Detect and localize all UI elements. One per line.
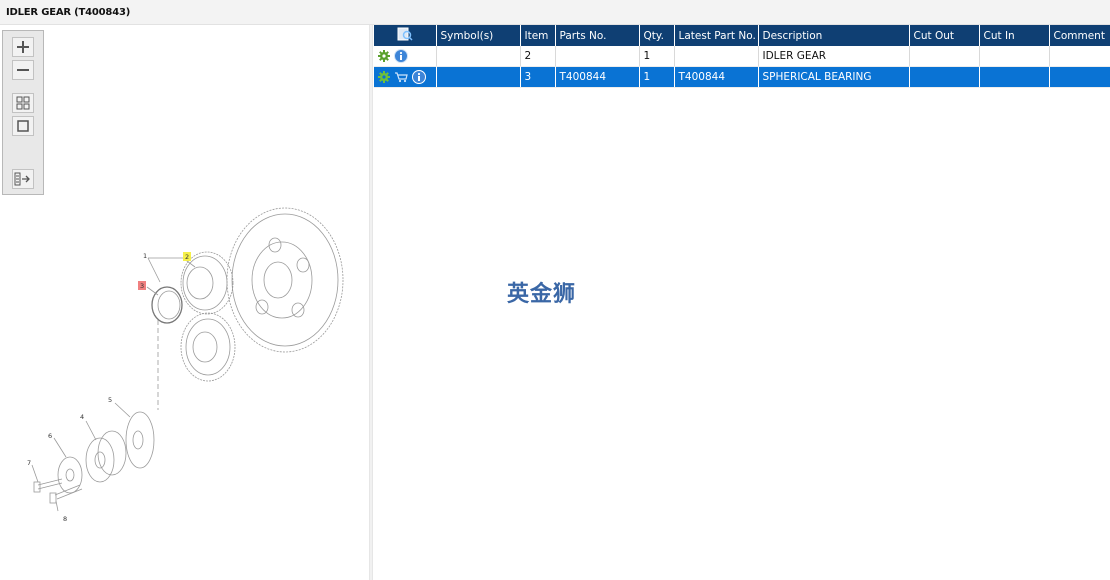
cell-item: 3 xyxy=(520,66,556,88)
exploded-parts-drawing[interactable]: 1 2 3 4 5 6 7 8 xyxy=(0,195,370,535)
plus-icon xyxy=(17,41,29,53)
cart-icon[interactable] xyxy=(394,71,408,83)
grid-icon xyxy=(16,96,30,110)
cell-cut-out xyxy=(909,46,980,67)
cell-comment xyxy=(1049,66,1110,88)
window-title: IDLER GEAR (T400843) xyxy=(6,7,131,18)
cell-description: IDLER GEAR xyxy=(758,46,910,67)
cell-item: 2 xyxy=(520,46,556,67)
column-header-description[interactable]: Description xyxy=(758,25,910,46)
callout-5[interactable]: 5 xyxy=(108,396,112,404)
callout-1[interactable]: 1 xyxy=(143,252,147,260)
cell-cut-in xyxy=(979,66,1050,88)
pane-splitter[interactable] xyxy=(369,25,373,580)
gear-icon[interactable] xyxy=(378,71,390,83)
table-row-selected[interactable]: 3 T400844 1 T400844 SPHERICAL BEARING xyxy=(374,66,1110,88)
cell-parts-no xyxy=(555,46,640,67)
search-document-icon xyxy=(397,27,413,41)
gear-icon[interactable] xyxy=(378,50,390,62)
idler-gear-teeth xyxy=(180,251,234,315)
row-actions xyxy=(374,46,437,67)
callout-4[interactable]: 4 xyxy=(80,413,84,421)
cell-comment xyxy=(1049,46,1110,67)
row-actions xyxy=(374,66,437,88)
large-gear-rim xyxy=(231,213,339,347)
column-header-comment[interactable]: Comment xyxy=(1049,25,1110,46)
info-icon[interactable] xyxy=(412,70,426,84)
drawing-pane[interactable]: 1 2 3 4 5 6 7 8 xyxy=(0,25,370,580)
parts-list-pane: Symbol(s) Item Parts No. Qty. Latest Par… xyxy=(374,25,1110,580)
title-bar: IDLER GEAR (T400843) xyxy=(0,0,1110,25)
minus-icon xyxy=(17,69,29,71)
column-header-item[interactable]: Item xyxy=(520,25,556,46)
cell-qty: 1 xyxy=(639,66,675,88)
cell-symbols xyxy=(436,46,521,67)
cell-cut-out xyxy=(909,66,980,88)
cell-latest-part-no xyxy=(674,46,759,67)
list-arrow-icon xyxy=(14,172,30,186)
hub xyxy=(85,437,115,483)
viewer-toolbar xyxy=(2,30,44,195)
cell-description: SPHERICAL BEARING xyxy=(758,66,910,88)
fit-page-button[interactable] xyxy=(12,93,34,113)
watermark-text: 英金狮 xyxy=(507,282,577,307)
info-icon[interactable] xyxy=(394,49,408,63)
large-gear-bore xyxy=(263,261,293,299)
column-header-cut-in[interactable]: Cut In xyxy=(979,25,1050,46)
cell-latest-part-no: T400844 xyxy=(674,66,759,88)
spherical-bearing xyxy=(151,286,183,324)
column-header-symbols[interactable]: Symbol(s) xyxy=(436,25,521,46)
large-gear-teeth xyxy=(226,207,344,353)
column-header-cut-out[interactable]: Cut Out xyxy=(909,25,980,46)
column-header-parts-no[interactable]: Parts No. xyxy=(555,25,640,46)
table-row[interactable]: 2 1 IDLER GEAR xyxy=(374,46,1110,67)
cell-symbols xyxy=(436,66,521,88)
square-icon xyxy=(17,120,29,132)
thrust-washer xyxy=(125,411,155,469)
show-list-button[interactable] xyxy=(12,169,34,189)
column-header-latest-part-no[interactable]: Latest Part No. xyxy=(674,25,759,46)
plate xyxy=(57,456,83,494)
callout-8[interactable]: 8 xyxy=(63,515,67,523)
callout-7[interactable]: 7 xyxy=(27,459,31,467)
actual-size-button[interactable] xyxy=(12,116,34,136)
callout-3[interactable]: 3 xyxy=(140,282,144,290)
cell-cut-in xyxy=(979,46,1050,67)
zoom-out-button[interactable] xyxy=(12,60,34,80)
cell-qty: 1 xyxy=(639,46,675,67)
callout-2[interactable]: 2 xyxy=(185,253,189,261)
cell-parts-no: T400844 xyxy=(555,66,640,88)
zoom-in-button[interactable] xyxy=(12,37,34,57)
table-header-row: Symbol(s) Item Parts No. Qty. Latest Par… xyxy=(374,25,1110,46)
parts-table: Symbol(s) Item Parts No. Qty. Latest Par… xyxy=(374,25,1110,88)
column-header-actions[interactable] xyxy=(374,25,437,46)
callout-6[interactable]: 6 xyxy=(48,432,52,440)
column-header-qty[interactable]: Qty. xyxy=(639,25,675,46)
